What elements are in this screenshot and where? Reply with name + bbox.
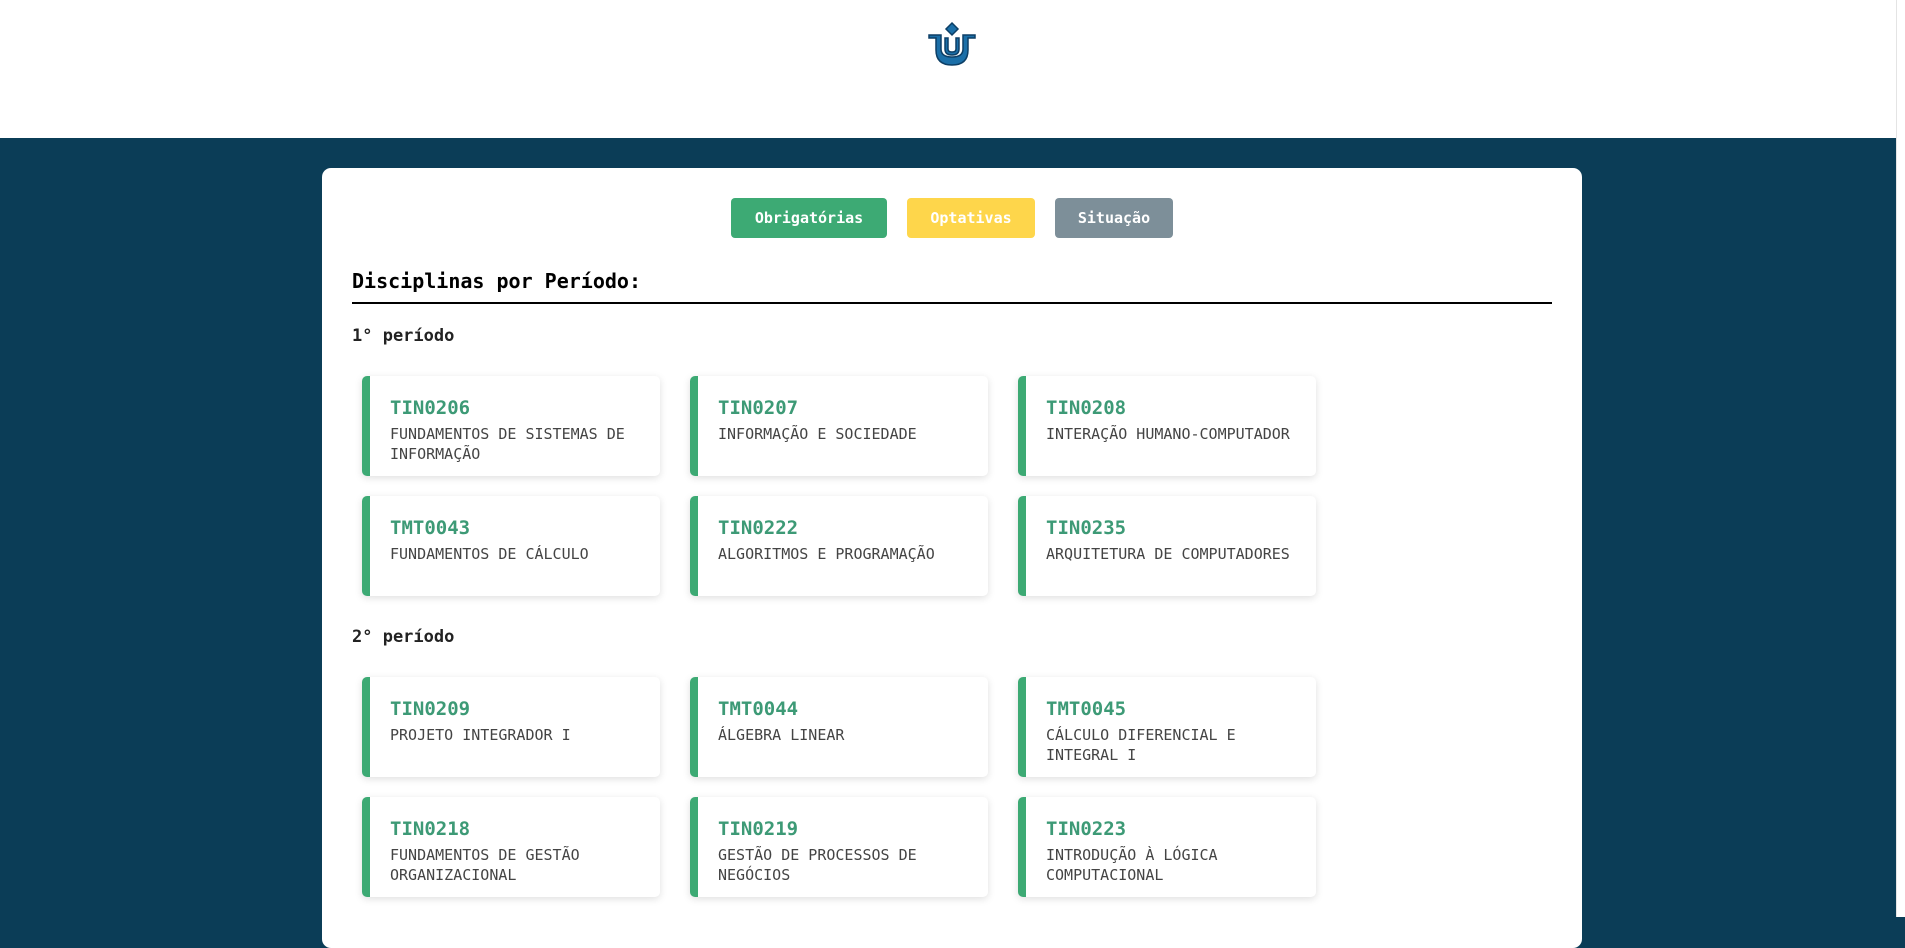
course-name: INTRODUÇÃO À LÓGICA COMPUTACIONAL (1046, 846, 1218, 884)
course-card[interactable]: TMT0045 CÁLCULO DIFERENCIAL E INTEGRAL I (1018, 677, 1316, 777)
course-code: TIN0222 (718, 517, 799, 539)
course-card[interactable]: TIN0207 INFORMAÇÃO E SOCIEDADE (690, 376, 988, 476)
course-card[interactable]: TIN0235 ARQUITETURA DE COMPUTADORES (1018, 496, 1316, 596)
period-2-courses: TIN0209 PROJETO INTEGRADOR I TMT0044 ÁLG… (362, 677, 1316, 897)
course-name: CÁLCULO DIFERENCIAL E INTEGRAL I (1046, 726, 1236, 764)
course-card[interactable]: TMT0044 ÁLGEBRA LINEAR (690, 677, 988, 777)
course-card[interactable]: TIN0206 FUNDAMENTOS DE SISTEMAS DE INFOR… (362, 376, 660, 476)
course-name: INFORMAÇÃO E SOCIEDADE (718, 425, 917, 443)
course-name: FUNDAMENTOS DE GESTÃO ORGANIZACIONAL (390, 846, 580, 884)
course-code: TIN0219 (718, 818, 799, 840)
university-logo-icon[interactable] (927, 21, 977, 67)
course-card[interactable]: TIN0222 ALGORITMOS E PROGRAMAÇÃO (690, 496, 988, 596)
heading-divider (352, 302, 1552, 304)
course-card[interactable]: TIN0208 INTERAÇÃO HUMANO-COMPUTADOR (1018, 376, 1316, 476)
course-name: GESTÃO DE PROCESSOS DE NEGÓCIOS (718, 846, 917, 884)
period-title-1: 1° período (352, 326, 455, 346)
header-bar (0, 0, 1905, 138)
course-name: PROJETO INTEGRADOR I (390, 726, 571, 744)
course-card[interactable]: TIN0223 INTRODUÇÃO À LÓGICA COMPUTACIONA… (1018, 797, 1316, 897)
course-code: TIN0207 (718, 397, 799, 419)
course-name: ÁLGEBRA LINEAR (718, 726, 845, 744)
mandatory-button[interactable]: Obrigatórias (731, 198, 887, 238)
course-card[interactable]: TIN0209 PROJETO INTEGRADOR I (362, 677, 660, 777)
status-button[interactable]: Situação (1055, 198, 1173, 238)
course-code: TIN0206 (390, 397, 471, 419)
course-name: ALGORITMOS E PROGRAMAÇÃO (718, 545, 935, 563)
page-scrollbar[interactable] (1896, 0, 1905, 917)
filter-buttons: Obrigatórias Optativas Situação (322, 198, 1582, 238)
course-code: TIN0218 (390, 818, 471, 840)
course-code: TIN0223 (1046, 818, 1127, 840)
period-1-courses: TIN0206 FUNDAMENTOS DE SISTEMAS DE INFOR… (362, 376, 1316, 596)
course-name: ARQUITETURA DE COMPUTADORES (1046, 545, 1290, 563)
course-name: INTERAÇÃO HUMANO-COMPUTADOR (1046, 425, 1290, 443)
course-card[interactable]: TMT0043 FUNDAMENTOS DE CÁLCULO (362, 496, 660, 596)
course-code: TMT0043 (390, 517, 471, 539)
main-panel: Obrigatórias Optativas Situação Discipli… (322, 168, 1582, 948)
course-code: TIN0235 (1046, 517, 1127, 539)
course-code: TIN0209 (390, 698, 471, 720)
optional-button[interactable]: Optativas (907, 198, 1035, 238)
course-code: TIN0208 (1046, 397, 1127, 419)
course-code: TMT0045 (1046, 698, 1127, 720)
course-card[interactable]: TIN0218 FUNDAMENTOS DE GESTÃO ORGANIZACI… (362, 797, 660, 897)
course-card[interactable]: TIN0219 GESTÃO DE PROCESSOS DE NEGÓCIOS (690, 797, 988, 897)
course-code: TMT0044 (718, 698, 799, 720)
course-name: FUNDAMENTOS DE CÁLCULO (390, 545, 589, 563)
period-title-2: 2° período (352, 627, 455, 647)
course-name: FUNDAMENTOS DE SISTEMAS DE INFORMAÇÃO (390, 425, 625, 463)
page-title: Disciplinas por Período: (352, 269, 641, 293)
